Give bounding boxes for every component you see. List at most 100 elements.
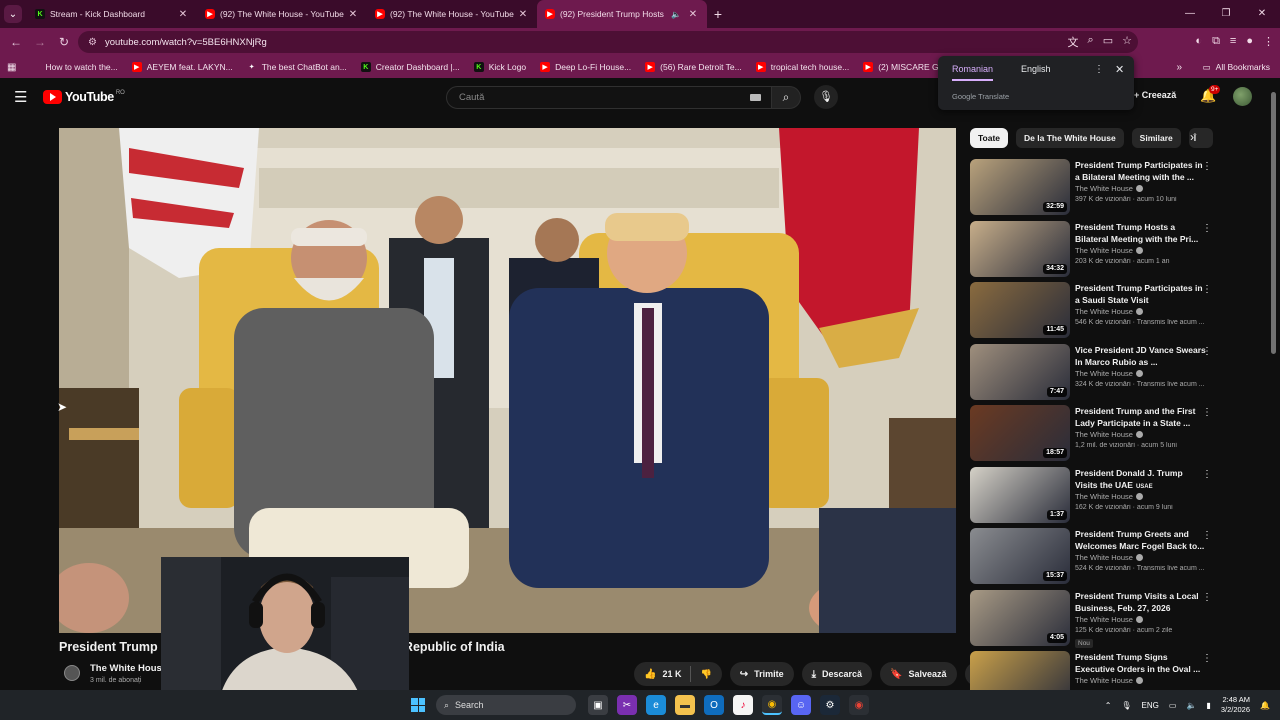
network-icon[interactable]: ▭ (1169, 701, 1177, 710)
source-language-tab[interactable]: Romanian (952, 64, 994, 81)
windows-start-icon[interactable] (411, 698, 425, 712)
more-options-icon[interactable]: ⋮ (1202, 407, 1212, 418)
recommendation-channel[interactable]: The White House (1075, 492, 1143, 501)
chevron-right-icon[interactable]: › (1190, 130, 1194, 144)
translate-options-icon[interactable]: ⋮ (1094, 64, 1104, 75)
recommendation-channel[interactable]: The White House (1075, 430, 1143, 439)
more-options-icon[interactable]: ⋮ (1202, 223, 1212, 234)
recommendation-channel[interactable]: The White House (1075, 184, 1143, 193)
steam-icon[interactable]: ⚙ (820, 695, 840, 715)
keyboard-icon[interactable] (750, 94, 761, 101)
notifications-icon[interactable]: 🔔 (1260, 701, 1270, 710)
bookmark-item[interactable]: ▶ tropical tech house... (749, 62, 856, 72)
edge-icon[interactable]: e (646, 695, 666, 715)
volume-icon[interactable]: 🔈 (1186, 701, 1196, 710)
recommendation-item[interactable]: 7:47 Vice President JD Vance Swears In Ma… (970, 343, 1220, 402)
more-options-icon[interactable]: ⋮ (1202, 284, 1212, 295)
file-explorer-icon[interactable]: ▬ (675, 695, 695, 715)
recommendation-item[interactable]: 34:32 President Trump Hosts a Bilateral M… (970, 220, 1220, 279)
browser-tab-kick-dashboard[interactable]: K Stream - Kick Dashboard ✕ (27, 0, 197, 28)
cast-icon[interactable]: ▭ (1103, 34, 1113, 50)
video-thumbnail[interactable]: 15:37 (970, 528, 1070, 584)
maximize-icon[interactable]: ❐ (1208, 0, 1244, 28)
search-button[interactable]: ⌕ (771, 86, 801, 109)
recommendation-item[interactable]: 1:37 President Donald J. Trump Visits the… (970, 466, 1220, 525)
tab-close-icon[interactable]: ✕ (177, 9, 189, 20)
address-bar[interactable]: ⚙ youtube.com/watch?v=5BE6HNXNjRg 文 ⌕ ▭ … (78, 31, 1138, 53)
save-button[interactable]: 🔖 Salvează (880, 662, 957, 686)
more-options-icon[interactable]: ⋮ (1202, 161, 1212, 172)
taskbar-search[interactable]: ⌕ Search (436, 695, 576, 715)
bookmark-item[interactable]: ▶ (56) Rare Detroit Te... (638, 62, 749, 72)
music-app-icon[interactable]: ♪ (733, 695, 753, 715)
target-language-tab[interactable]: English (1021, 64, 1051, 81)
media-icon[interactable]: ≡ (1230, 35, 1236, 48)
recommendation-title[interactable]: President Trump Greets and Welcomes Marc… (1075, 528, 1207, 552)
zoom-icon[interactable]: ⌕ (1088, 34, 1094, 50)
tab-close-icon[interactable]: ✕ (347, 9, 359, 20)
video-thumbnail[interactable]: 32:59 (970, 159, 1070, 215)
chip-from-channel[interactable]: De la The White House (1016, 128, 1124, 148)
bookmark-star-icon[interactable]: ☆ (1122, 34, 1132, 50)
recommendation-channel[interactable]: The White House (1075, 307, 1143, 316)
create-button[interactable]: + Creează (1134, 90, 1176, 100)
video-thumbnail[interactable]: 34:32 (970, 220, 1070, 277)
close-icon[interactable]: ✕ (1115, 63, 1124, 76)
recommendation-item[interactable]: 15:37 President Trump Greets and Welcomes… (970, 528, 1220, 586)
avatar[interactable] (1233, 87, 1252, 106)
channel-name[interactable]: The White House (90, 663, 167, 674)
snipping-tool-icon[interactable]: ✂ (617, 695, 637, 715)
discord-icon[interactable]: ☺ (791, 695, 811, 715)
more-options-icon[interactable]: ⋮ (1202, 530, 1212, 541)
recommendation-channel[interactable]: The White House (1075, 676, 1143, 685)
thumbs-down-icon[interactable]: 👎 (700, 669, 721, 680)
recommendation-item[interactable]: 4:05 President Trump Visits a Local Busin… (970, 589, 1220, 648)
recommendation-title[interactable]: President Donald J. Trump Visits the UAE… (1075, 467, 1207, 493)
video-thumbnail[interactable]: 4:05 (970, 589, 1070, 646)
bookmark-item[interactable]: K Kick Logo (467, 62, 533, 72)
chrome-profile-icon[interactable]: ◉ (849, 695, 869, 715)
video-thumbnail[interactable]: 11:45 (970, 282, 1070, 338)
recommendation-title[interactable]: Vice President JD Vance Swears In Marco … (1075, 344, 1207, 368)
scrollbar[interactable] (1271, 92, 1276, 354)
language-indicator[interactable]: ENG (1142, 701, 1159, 710)
recommendation-channel[interactable]: The White House (1075, 369, 1143, 378)
translate-icon[interactable]: 文 (1068, 34, 1079, 50)
video-thumbnail[interactable]: 1:37 (970, 466, 1070, 523)
channel-avatar[interactable] (64, 665, 80, 681)
battery-icon[interactable]: ▮ (1206, 701, 1210, 710)
more-options-icon[interactable]: ⋮ (1202, 346, 1212, 357)
youtube-logo[interactable]: YouTube RO (43, 90, 125, 104)
recommendation-item[interactable]: 11:45 President Trump Participates in a S… (970, 282, 1220, 340)
extensions-puzzle-icon[interactable]: ⧉ (1212, 35, 1220, 48)
recommendation-item[interactable]: 32:59 President Trump Participates in a B… (970, 159, 1220, 217)
new-tab-button[interactable]: + (707, 6, 729, 22)
browser-tab-white-house-1[interactable]: ▶ (92) The White House - YouTube ✕ (197, 0, 367, 28)
forward-icon[interactable]: → (28, 35, 52, 49)
back-icon[interactable]: ← (4, 35, 28, 49)
chrome-menu-icon[interactable]: ⋮ (1263, 35, 1274, 48)
bookmarks-overflow-icon[interactable]: » (1176, 62, 1182, 73)
chip-all[interactable]: Toate (970, 128, 1009, 148)
all-bookmarks-button[interactable]: » ▭ All Bookmarks (1176, 56, 1270, 78)
tab-close-icon[interactable]: ✕ (687, 9, 699, 20)
apps-icon[interactable]: ▦ (0, 62, 23, 73)
clock[interactable]: 2:48 AM 3/2/2026 (1221, 695, 1250, 715)
recommendation-title[interactable]: President Trump Participates in a Saudi … (1075, 282, 1207, 306)
tab-search-icon[interactable]: ⌄ (4, 5, 22, 23)
download-button[interactable]: ⤓ Descarcă (801, 662, 873, 686)
recommendation-title[interactable]: President Trump Participates in a Bilate… (1075, 159, 1207, 183)
browser-tab-white-house-2[interactable]: ▶ (92) The White House - YouTube ✕ (367, 0, 537, 28)
minimize-icon[interactable]: — (1172, 0, 1208, 28)
recommendation-title[interactable]: President Trump Visits a Local Business,… (1075, 590, 1207, 614)
recommendation-title[interactable]: President Trump Hosts a Bilateral Meetin… (1075, 221, 1207, 245)
bookmark-item[interactable]: ▶ Deep Lo-Fi House... (533, 62, 638, 72)
tray-overflow-icon[interactable]: ⌃ (1105, 701, 1112, 710)
notifications-button[interactable]: 🔔 9+ (1200, 85, 1221, 104)
more-options-icon[interactable]: ⋮ (1202, 469, 1212, 480)
recommendation-item[interactable]: 18:57 President Trump and the First Lady … (970, 405, 1220, 463)
like-count[interactable]: 21 K (662, 669, 681, 679)
voice-search-button[interactable]: 🎙 (814, 85, 838, 109)
recommendation-title[interactable]: President Trump and the First Lady Parti… (1075, 405, 1207, 429)
recommendation-channel[interactable]: The White House (1075, 246, 1143, 255)
